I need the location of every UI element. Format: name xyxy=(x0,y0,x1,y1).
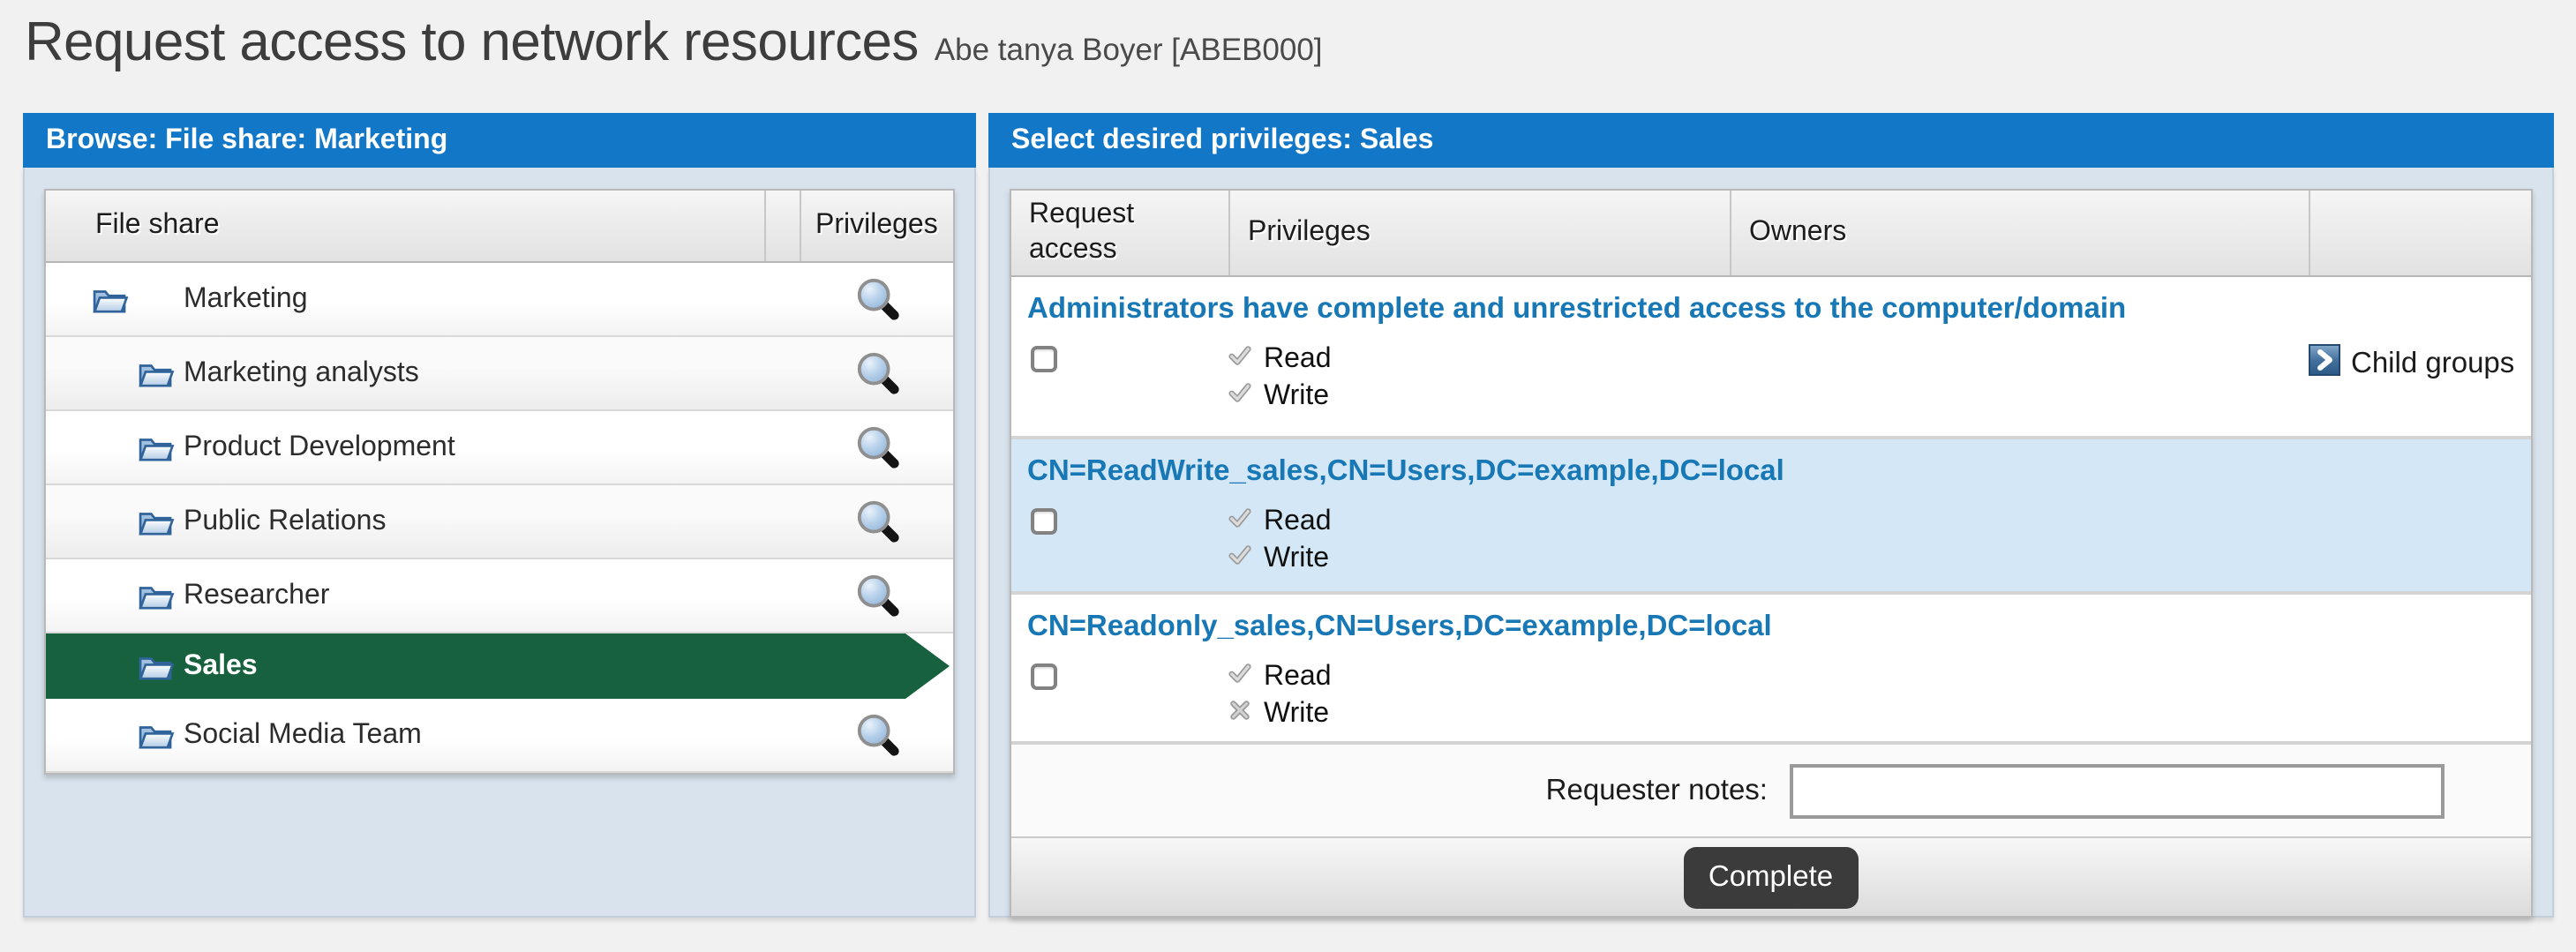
tree-item-product-development[interactable]: Product Development xyxy=(46,411,953,485)
privilege-line-read: Read xyxy=(1228,662,1730,693)
privilege-line-read: Read xyxy=(1228,506,1730,538)
request-access-cell xyxy=(1011,506,1228,543)
browse-panel-header: Browse: File share: Marketing xyxy=(23,113,976,168)
tree-item-marketing-analysts[interactable]: Marketing analysts xyxy=(46,337,953,411)
group-link-administrators[interactable]: Administrators have complete and unrestr… xyxy=(1011,277,2530,326)
privilege-line-read: Read xyxy=(1228,344,1730,376)
privileges-search-icon[interactable] xyxy=(801,349,953,397)
check-icon xyxy=(1228,662,1251,693)
privilege-label: Write xyxy=(1264,699,1329,731)
group-row-administrators: Administrators have complete and unrestr… xyxy=(1011,277,2530,436)
request-access-checkbox[interactable] xyxy=(1031,508,1057,535)
tree-item-label: Sales xyxy=(184,650,258,682)
column-header-file-share: File share xyxy=(46,191,766,261)
privileges-table: Request access Privileges Owners Adminis… xyxy=(1010,189,2532,918)
privileges-search-icon[interactable] xyxy=(801,711,953,759)
check-icon xyxy=(1228,381,1251,413)
column-header-request-access: Request access xyxy=(1011,191,1228,275)
tree-item-label: Marketing analysts xyxy=(184,357,419,389)
file-share-table: File share Privileges Marketing Marketin… xyxy=(44,189,955,775)
folder-icon xyxy=(138,506,175,536)
folder-icon xyxy=(138,358,175,388)
column-header-extra xyxy=(2309,191,2530,275)
privilege-line-write: Write xyxy=(1228,381,1730,413)
column-header-spacer xyxy=(766,191,801,261)
request-access-checkbox[interactable] xyxy=(1031,663,1057,690)
privilege-label: Write xyxy=(1264,381,1329,413)
group-link-readonly-sales[interactable]: CN=Readonly_sales,CN=Users,DC=example,DC… xyxy=(1011,595,2530,644)
folder-icon xyxy=(138,432,175,462)
browse-panel: Browse: File share: Marketing File share… xyxy=(23,113,976,918)
page-subtitle: Abe tanya Boyer [ABEB000] xyxy=(935,32,1323,67)
privilege-label: Read xyxy=(1264,662,1332,693)
table-footer: Complete xyxy=(1011,836,2530,916)
group-detail-row: Read Write Child groups xyxy=(1011,326,2530,436)
child-groups-button[interactable]: Child groups xyxy=(2309,344,2530,385)
tree-item-public-relations[interactable]: Public Relations xyxy=(46,485,953,559)
page-title-row: Request access to network resources Abe t… xyxy=(0,0,2576,74)
privilege-label: Read xyxy=(1264,344,1332,376)
folder-icon xyxy=(138,581,175,611)
privilege-list: Read Write xyxy=(1228,344,1730,413)
request-access-checkbox[interactable] xyxy=(1031,346,1057,372)
column-header-owners: Owners xyxy=(1730,191,2309,275)
folder-icon xyxy=(138,720,175,750)
requester-notes-row: Requester notes: xyxy=(1011,741,2530,836)
privileges-panel-header: Select desired privileges: Sales xyxy=(988,113,2553,168)
column-header-privileges: Privileges xyxy=(801,191,953,261)
request-access-cell xyxy=(1011,662,1228,699)
chevron-right-icon xyxy=(2309,344,2340,385)
tree-item-social-media-team[interactable]: Social Media Team xyxy=(46,699,953,773)
privilege-list: Read Write xyxy=(1228,662,1730,731)
folder-icon xyxy=(92,284,129,314)
tree-item-sales-selected[interactable]: Sales xyxy=(46,633,953,699)
privilege-label: Write xyxy=(1264,543,1329,575)
privileges-search-icon[interactable] xyxy=(801,275,953,323)
tree-item-label: Marketing xyxy=(184,283,308,315)
privileges-search-icon[interactable] xyxy=(801,424,953,471)
cross-icon xyxy=(1228,699,1251,731)
tree-item-researcher[interactable]: Researcher xyxy=(46,559,953,633)
panels-container: Browse: File share: Marketing File share… xyxy=(23,113,2553,918)
group-row-readwrite-sales: CN=ReadWrite_sales,CN=Users,DC=example,D… xyxy=(1011,436,2530,591)
request-access-cell xyxy=(1011,344,1228,381)
child-groups-label: Child groups xyxy=(2351,348,2514,381)
group-detail-row: Read Write xyxy=(1011,489,2530,598)
privileges-table-header: Request access Privileges Owners xyxy=(1011,191,2530,277)
file-share-table-header: File share Privileges xyxy=(46,191,953,263)
folder-icon xyxy=(138,651,175,681)
tree-item-label: Product Development xyxy=(184,431,455,463)
page-title: Request access to network resources xyxy=(25,11,919,72)
group-row-readonly-sales: CN=Readonly_sales,CN=Users,DC=example,DC… xyxy=(1011,591,2530,741)
privilege-label: Read xyxy=(1264,506,1332,538)
privileges-search-icon[interactable] xyxy=(801,572,953,619)
group-detail-row: Read Write xyxy=(1011,644,2530,753)
tree-item-label: Public Relations xyxy=(184,506,386,537)
tree-item-marketing[interactable]: Marketing xyxy=(46,263,953,337)
requester-notes-input[interactable] xyxy=(1789,763,2444,818)
check-icon xyxy=(1228,506,1251,538)
page: Request access to network resources Abe t… xyxy=(0,0,2576,952)
privilege-line-write: Write xyxy=(1228,543,1730,575)
privilege-line-write: Write xyxy=(1228,699,1730,731)
column-header-privileges: Privileges xyxy=(1228,191,1730,275)
tree-item-label: Researcher xyxy=(184,580,329,611)
browse-panel-body: File share Privileges Marketing Marketin… xyxy=(23,168,976,918)
privileges-panel: Select desired privileges: Sales Request… xyxy=(988,113,2553,918)
privileges-panel-body: Request access Privileges Owners Adminis… xyxy=(988,168,2553,918)
check-icon xyxy=(1228,543,1251,575)
privilege-list: Read Write xyxy=(1228,506,1730,575)
requester-notes-label: Requester notes: xyxy=(1546,774,1768,807)
check-icon xyxy=(1228,344,1251,376)
group-link-readwrite-sales[interactable]: CN=ReadWrite_sales,CN=Users,DC=example,D… xyxy=(1011,439,2530,489)
privileges-search-icon[interactable] xyxy=(801,498,953,545)
tree-item-label: Social Media Team xyxy=(184,719,422,751)
complete-button[interactable]: Complete xyxy=(1684,846,1858,908)
